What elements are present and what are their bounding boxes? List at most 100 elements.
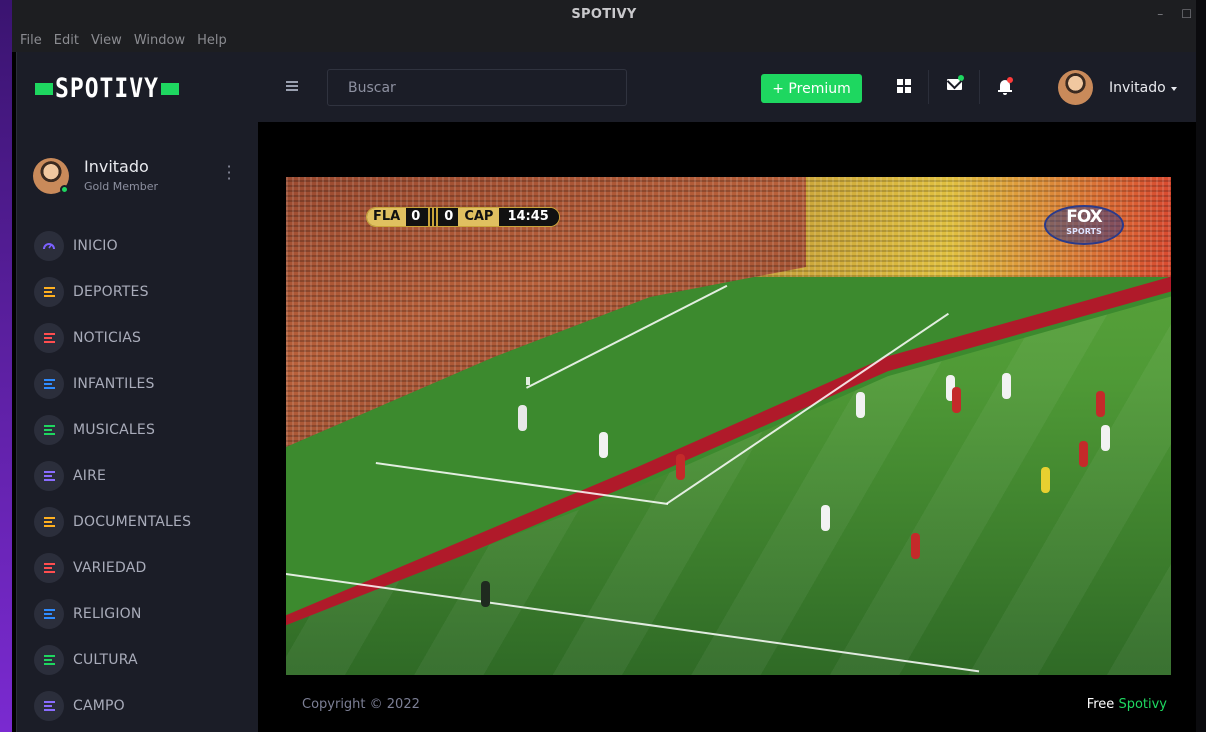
sidebar-item-label: DOCUMENTALES	[73, 514, 192, 530]
player	[821, 505, 830, 531]
sidebar: SPOTIVY Invitado Gold Member · · · INICIO …	[16, 52, 258, 732]
chevron-down-icon	[1170, 86, 1177, 91]
desktop-background-strip	[0, 0, 12, 732]
sidebar-item-label: VARIEDAD	[73, 560, 147, 576]
profile-name: Invitado	[84, 157, 149, 176]
avatar[interactable]	[33, 158, 69, 194]
match-clock: 14:45	[499, 208, 559, 226]
sidebar-item-documentales[interactable]: DOCUMENTALES	[34, 499, 254, 545]
sidebar-item-label: CAMPO	[73, 698, 125, 714]
video-player[interactable]: FLA 0 0 CAP 14:45 FOX SPORTS	[286, 177, 1171, 675]
apps-grid-icon[interactable]	[897, 79, 911, 93]
player	[911, 533, 920, 559]
sidebar-item-cultura[interactable]: CULTURA	[34, 637, 254, 683]
sidebar-item-label: AIRE	[73, 468, 107, 484]
menu-edit[interactable]: Edit	[54, 33, 79, 48]
home-score: 0	[406, 208, 426, 226]
tournament-logo-icon	[425, 208, 440, 226]
sidebar-item-noticias[interactable]: NOTICIAS	[34, 315, 254, 361]
player	[1041, 467, 1050, 493]
home-team: FLA	[367, 208, 407, 226]
sidebar-item-deportes[interactable]: DEPORTES	[34, 269, 254, 315]
user-name: Invitado	[1109, 79, 1166, 96]
list-icon	[34, 553, 64, 583]
logo-bar-right	[160, 83, 179, 95]
menu-view[interactable]: View	[91, 33, 122, 48]
footer-brand-link[interactable]: Spotivy	[1118, 697, 1167, 712]
window-controls: – ☐	[1157, 0, 1192, 28]
top-bar: + Premium Invitado	[258, 52, 1196, 122]
mail-notification-dot	[958, 75, 964, 81]
minimize-button[interactable]: –	[1157, 7, 1163, 21]
scoreboard-overlay: FLA 0 0 CAP 14:45	[366, 207, 560, 227]
topbar-divider	[928, 70, 929, 104]
away-score: 0	[439, 208, 459, 226]
logo-text: SPOTIVY	[55, 74, 159, 104]
main-content: FLA 0 0 CAP 14:45 FOX SPORTS Copyright ©…	[258, 147, 1196, 732]
player	[952, 387, 961, 413]
maximize-button[interactable]: ☐	[1181, 7, 1192, 21]
sidebar-item-label: MUSICALES	[73, 422, 156, 438]
list-icon	[34, 507, 64, 537]
player	[676, 454, 685, 480]
player	[1096, 391, 1105, 417]
sidebar-item-label: NOTICIAS	[73, 330, 142, 346]
search-input[interactable]	[327, 69, 627, 106]
profile-tier: Gold Member	[84, 180, 159, 193]
player	[481, 581, 490, 607]
premium-button[interactable]: + Premium	[761, 74, 862, 103]
topbar-divider	[979, 70, 980, 104]
sidebar-item-aire[interactable]: AIRE	[34, 453, 254, 499]
speedometer-icon	[34, 231, 64, 261]
away-team: CAP	[458, 208, 500, 226]
goal-post	[526, 377, 530, 385]
sidebar-item-label: DEPORTES	[73, 284, 149, 300]
sidebar-item-label: CULTURA	[73, 652, 138, 668]
menu-window[interactable]: Window	[134, 33, 185, 48]
list-icon	[34, 277, 64, 307]
title-bar: SPOTIVY – ☐	[12, 0, 1196, 28]
sidebar-item-campo[interactable]: CAMPO	[34, 683, 254, 729]
menu-toggle-icon[interactable]	[286, 81, 298, 91]
sidebar-item-inicio[interactable]: INICIO	[34, 223, 254, 269]
bell-icon[interactable]	[998, 77, 1013, 95]
list-icon	[34, 691, 64, 721]
sidebar-item-label: INFANTILES	[73, 376, 155, 392]
window-title: SPOTIVY	[571, 6, 637, 22]
broadcaster-name: FOX	[1066, 207, 1103, 227]
bell-notification-dot	[1007, 77, 1013, 83]
more-options-icon[interactable]: · · ·	[225, 159, 233, 187]
broadcaster-sub: SPORTS	[1066, 227, 1102, 236]
list-icon	[34, 369, 64, 399]
broadcaster-logo: FOX SPORTS	[1044, 205, 1124, 245]
footer-brand: Free Spotivy	[1087, 697, 1167, 712]
app-window: SPOTIVY – ☐ File Edit View Window Help S…	[12, 0, 1196, 732]
player	[518, 405, 527, 431]
list-icon	[34, 645, 64, 675]
sidebar-item-variedad[interactable]: VARIEDAD	[34, 545, 254, 591]
app-logo[interactable]: SPOTIVY	[35, 74, 179, 104]
user-menu[interactable]: Invitado	[1058, 70, 1177, 105]
online-status-dot	[60, 185, 69, 194]
menu-file[interactable]: File	[20, 33, 42, 48]
list-icon	[34, 415, 64, 445]
logo-bar-left	[35, 83, 53, 95]
player	[1101, 425, 1110, 451]
mail-icon[interactable]	[947, 75, 964, 90]
sidebar-item-infantiles[interactable]: INFANTILES	[34, 361, 254, 407]
footer-free-label: Free	[1086, 697, 1115, 712]
list-icon	[34, 323, 64, 353]
sidebar-item-religion[interactable]: RELIGION	[34, 591, 254, 637]
sidebar-profile: Invitado Gold Member · · ·	[33, 156, 243, 196]
sidebar-item-label: RELIGION	[73, 606, 142, 622]
list-icon	[34, 461, 64, 491]
sidebar-item-musicales[interactable]: MUSICALES	[34, 407, 254, 453]
menu-bar: File Edit View Window Help	[12, 28, 1196, 52]
sidebar-item-label: INICIO	[73, 238, 118, 254]
player	[1079, 441, 1088, 467]
avatar	[1058, 70, 1093, 105]
menu-help[interactable]: Help	[197, 33, 227, 48]
list-icon	[34, 599, 64, 629]
player	[599, 432, 608, 458]
sidebar-nav: INICIO DEPORTES NOTICIAS INFANTILES MUSI…	[34, 223, 254, 729]
